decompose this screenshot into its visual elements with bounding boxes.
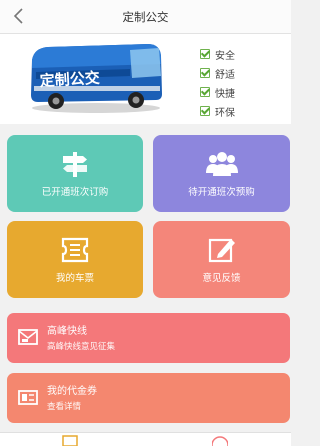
tab-icon-right[interactable] bbox=[212, 435, 228, 446]
bus-text: 定制公交 bbox=[39, 69, 100, 90]
title-bar: 定制公交 bbox=[0, 0, 291, 34]
ticket-icon bbox=[61, 237, 89, 263]
edit-icon bbox=[208, 238, 235, 263]
tile-label: 待开通班次预购 bbox=[188, 187, 255, 198]
bus-illustration: 定制公交 bbox=[31, 44, 162, 113]
check-icon bbox=[200, 49, 210, 59]
tile-my-tickets[interactable]: 我的车票 bbox=[7, 221, 143, 298]
page-title: 定制公交 bbox=[122, 10, 169, 24]
banner: 定制公交 安全 舒适 快捷 环保 bbox=[0, 34, 291, 124]
feature-eco: 环保 bbox=[200, 103, 235, 119]
row-peak-express[interactable]: 高峰快线 高峰快线意见征集 bbox=[7, 313, 290, 363]
mail-icon bbox=[18, 329, 38, 345]
tile-label: 已开通班次订购 bbox=[41, 187, 109, 198]
people-icon bbox=[205, 152, 238, 176]
tile-label: 意见反馈 bbox=[202, 273, 241, 284]
row-my-coupons[interactable]: 我的代金券 查看详情 bbox=[7, 373, 290, 423]
tile-feedback[interactable]: 意见反馈 bbox=[153, 221, 290, 298]
feature-comfort: 舒适 bbox=[200, 65, 235, 81]
coupon-icon bbox=[18, 390, 38, 405]
bottom-tab-bar bbox=[0, 432, 291, 446]
tab-icon-left[interactable] bbox=[62, 435, 78, 446]
check-icon bbox=[200, 106, 210, 116]
row-title: 我的代金券 bbox=[47, 386, 97, 397]
row-subtitle: 查看详情 bbox=[47, 402, 82, 412]
row-title: 高峰快线 bbox=[47, 326, 87, 337]
feature-safe: 安全 bbox=[200, 46, 235, 62]
check-icon bbox=[200, 68, 210, 78]
tile-booking[interactable]: 已开通班次订购 bbox=[7, 135, 143, 212]
row-subtitle: 高峰快线意见征集 bbox=[47, 342, 116, 352]
signpost-icon bbox=[63, 152, 87, 177]
tile-label: 我的车票 bbox=[55, 273, 94, 284]
feature-fast: 快捷 bbox=[200, 84, 235, 100]
check-icon bbox=[200, 87, 210, 97]
tile-presale[interactable]: 待开通班次预购 bbox=[153, 135, 290, 212]
